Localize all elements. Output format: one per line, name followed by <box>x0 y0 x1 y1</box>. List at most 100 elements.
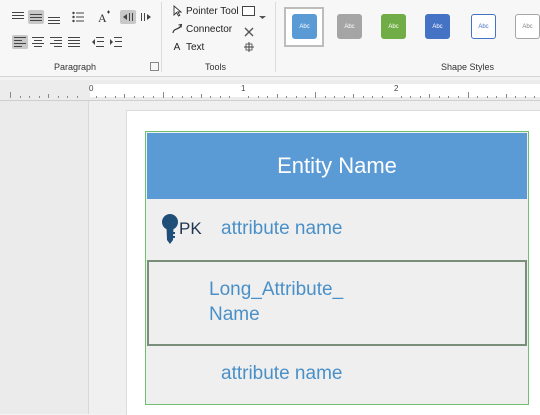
align-right-icon[interactable] <box>48 35 64 49</box>
ruler-mark-2: 2 <box>394 84 399 93</box>
text-tool-icon: A <box>173 41 181 53</box>
ruler-tick <box>191 96 192 98</box>
pointer-icon <box>170 5 184 17</box>
ruler-tick <box>382 96 383 98</box>
bullets-icon[interactable] <box>70 10 86 24</box>
justify-icon[interactable] <box>66 35 82 49</box>
ruler-tick <box>468 92 469 98</box>
ruler-tick <box>277 94 278 98</box>
ruler-tick <box>515 96 516 98</box>
attribute-row[interactable]: PK attribute name <box>147 199 527 259</box>
attribute-name: attribute name <box>221 218 343 239</box>
ruler-tick <box>372 96 373 98</box>
tools-group-label: Tools <box>205 62 227 72</box>
increase-indent-icon[interactable] <box>108 35 124 49</box>
shape-style-swatch[interactable]: Abc <box>515 14 540 39</box>
ruler-tick <box>124 94 125 98</box>
ruler-tick <box>29 96 30 98</box>
paragraph-dialog-launcher-icon[interactable] <box>150 62 159 71</box>
ruler-tick <box>286 96 287 98</box>
ruler-tick <box>153 96 154 98</box>
ruler-tick <box>10 92 11 98</box>
primary-key-label: PK <box>179 219 202 238</box>
ruler-tick <box>96 96 97 98</box>
rectangle-shape-icon[interactable] <box>242 6 255 16</box>
attribute-name: attribute name <box>221 363 343 384</box>
connection-point-icon[interactable] <box>242 40 256 59</box>
entity-shape[interactable]: Entity Name PK attribute name Long_Attri… <box>145 131 529 405</box>
ruler-tick <box>525 96 526 98</box>
ruler-tick <box>305 96 306 98</box>
ruler-tick <box>420 96 421 98</box>
decrease-indent-icon[interactable] <box>90 35 106 49</box>
group-separator <box>161 2 162 72</box>
group-separator <box>275 2 276 72</box>
ruler-tick <box>77 96 78 98</box>
align-middle-icon[interactable] <box>28 10 44 24</box>
ruler-tick <box>210 96 211 98</box>
text-direction-ltr-icon[interactable] <box>120 10 136 24</box>
shape-style-swatch[interactable]: Abc <box>381 14 406 39</box>
key-icon <box>161 213 179 252</box>
ruler-tick <box>325 96 326 98</box>
attribute-name-line2: Name <box>209 304 260 325</box>
ruler-tick <box>163 92 164 98</box>
ruler-tick <box>39 96 40 98</box>
attribute-row-selected[interactable]: Long_Attribute_ Name <box>147 260 527 346</box>
ruler-tick <box>534 96 535 98</box>
ruler-tick <box>115 96 116 98</box>
entity-title: Entity Name <box>277 153 397 178</box>
shape-style-swatch[interactable]: Abc <box>425 14 450 39</box>
ruler-tick <box>20 96 21 98</box>
horizontal-ruler: 0 1 2 <box>0 80 540 101</box>
paragraph-group-label: Paragraph <box>54 62 97 72</box>
ruler-tick <box>439 96 440 98</box>
ruler-tick <box>105 96 106 98</box>
shape-dropdown-icon[interactable] <box>259 7 266 25</box>
ruler-tick <box>134 96 135 98</box>
align-left-icon[interactable] <box>12 35 28 49</box>
ruler-tick <box>401 96 402 98</box>
ruler-tick <box>458 96 459 98</box>
shape-style-swatch[interactable]: Abc <box>471 14 496 39</box>
ruler-tick <box>506 94 507 98</box>
ruler-tick <box>410 96 411 98</box>
ruler-mark-0: 0 <box>89 84 94 93</box>
ruler-tick <box>363 96 364 98</box>
ruler-tick <box>344 96 345 98</box>
font-size-text-icon[interactable]: A <box>96 10 112 24</box>
pointer-tool-button[interactable]: Pointer Tool <box>170 4 239 18</box>
ruler-tick <box>496 96 497 98</box>
ruler-tick <box>248 96 249 98</box>
connector-button[interactable]: Connector <box>170 22 232 36</box>
shape-style-swatch[interactable]: Abc <box>337 14 362 39</box>
ruler-tick <box>143 96 144 98</box>
ruler-tick <box>296 96 297 98</box>
connector-icon <box>170 23 184 35</box>
shape-style-swatch[interactable]: Abc <box>292 14 317 39</box>
attribute-name-line1: Long_Attribute_ <box>209 279 344 300</box>
align-bottom-icon[interactable] <box>46 12 62 26</box>
entity-header[interactable]: Entity Name <box>147 133 527 199</box>
ruler-tick <box>201 94 202 98</box>
ruler-tick <box>315 92 316 98</box>
ruler-tick <box>229 96 230 98</box>
ruler-tick <box>58 96 59 98</box>
svg-text:A: A <box>98 11 107 24</box>
ruler-tick <box>334 96 335 98</box>
ribbon: A Paragraph Pointer Tool Connector A Tex… <box>0 0 540 77</box>
ruler-tick <box>267 96 268 98</box>
ruler-tick <box>67 96 68 98</box>
align-center-icon[interactable] <box>30 35 46 49</box>
ruler-tick <box>353 94 354 98</box>
ruler-tick <box>220 96 221 98</box>
text-direction-rtl-icon[interactable] <box>138 10 154 24</box>
align-top-icon[interactable] <box>10 10 26 24</box>
ruler-tick <box>48 94 49 98</box>
ruler-tick <box>487 96 488 98</box>
text-tool-button[interactable]: A Text <box>170 40 205 54</box>
attribute-row[interactable]: attribute name <box>147 347 527 403</box>
ruler-tick <box>172 96 173 98</box>
ruler-tick <box>182 96 183 98</box>
ruler-tick <box>258 96 259 98</box>
